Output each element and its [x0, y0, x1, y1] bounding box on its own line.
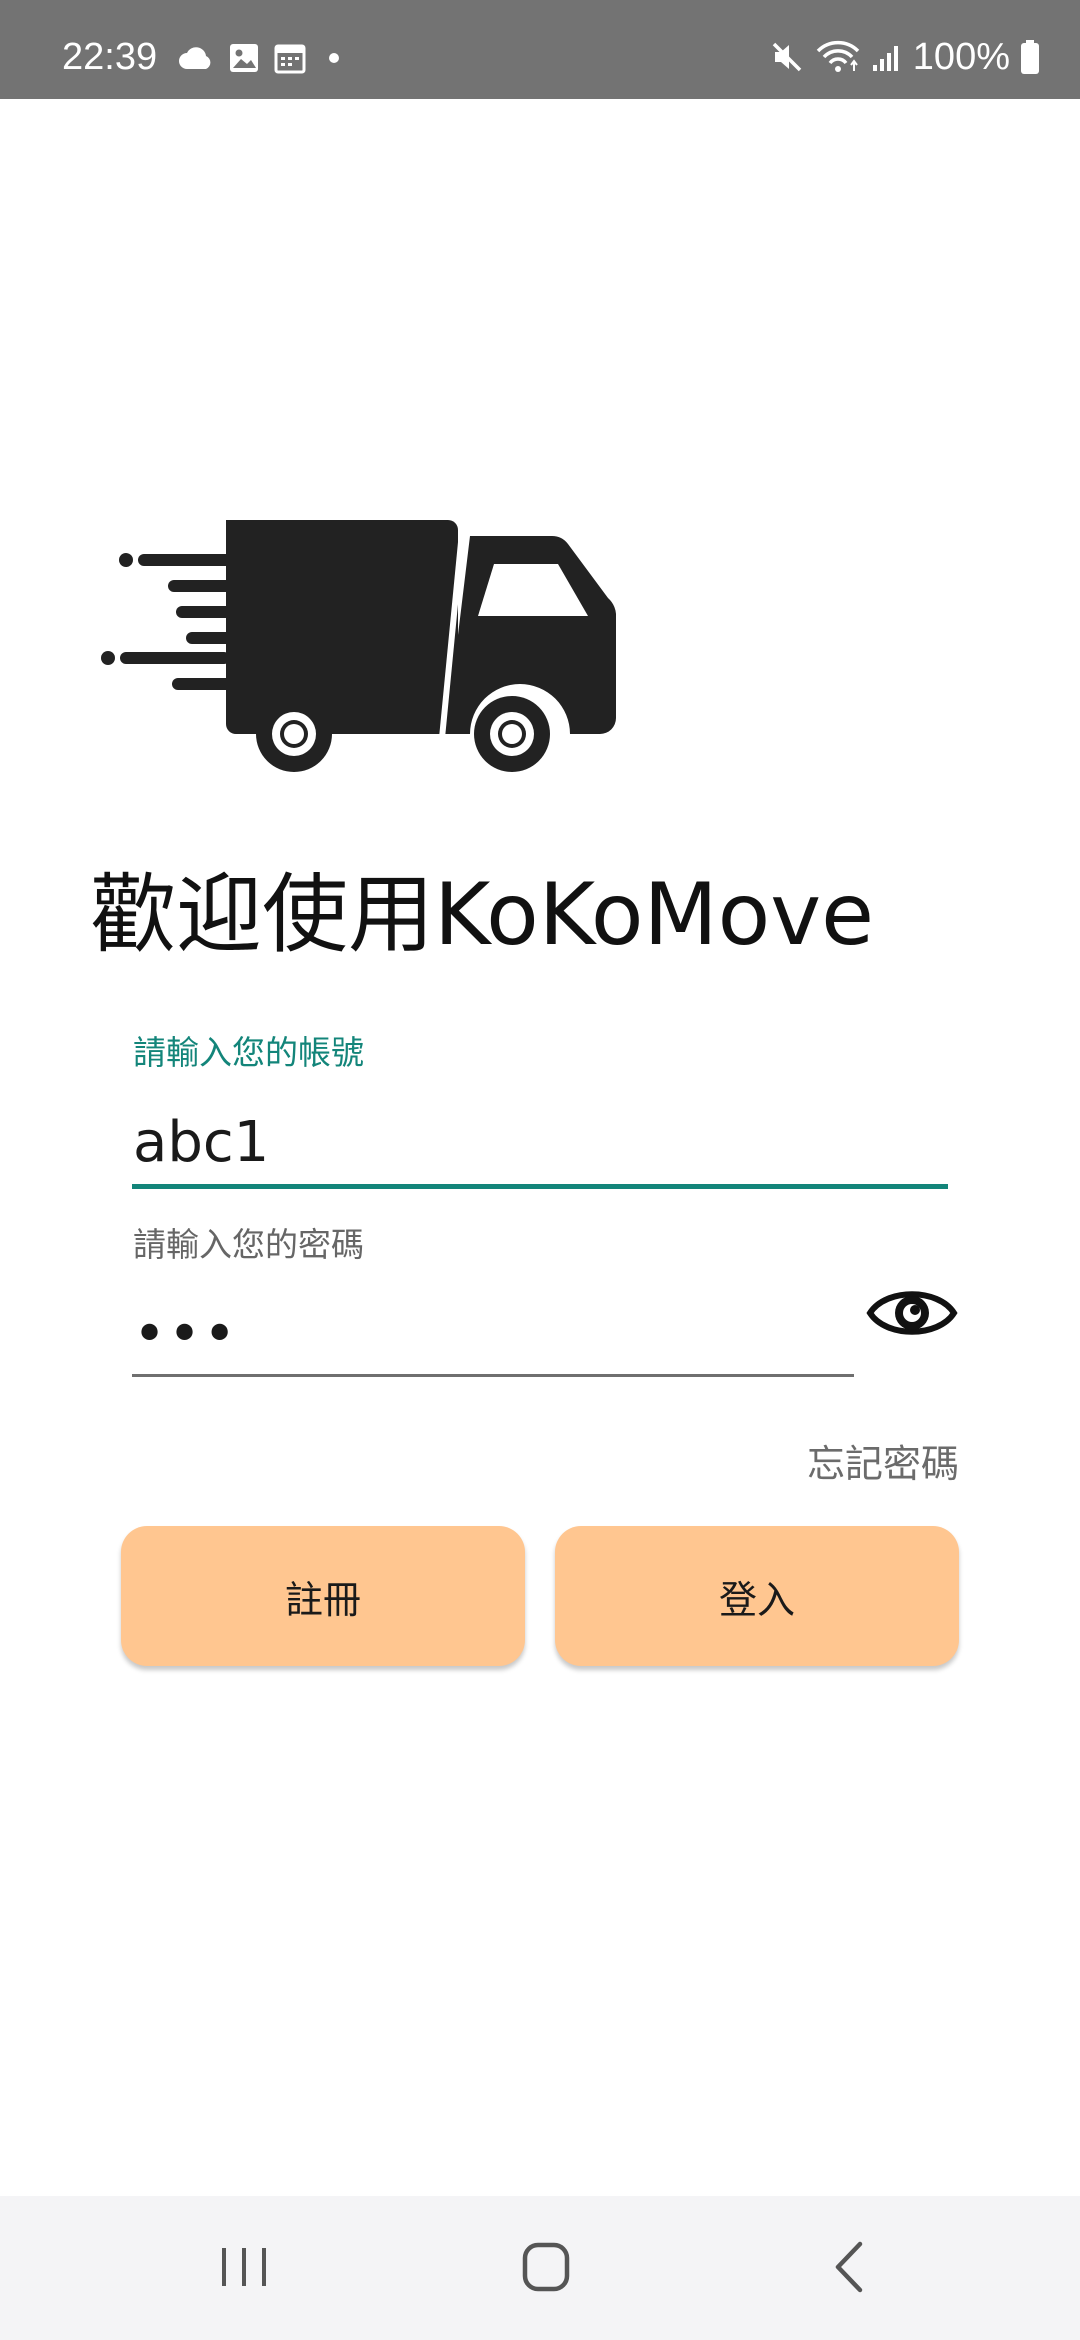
status-system-icons: 100% [769, 38, 1040, 76]
register-button[interactable]: 註冊 [121, 1526, 525, 1666]
wifi-icon [816, 40, 860, 72]
battery-percentage: 100% [912, 36, 1010, 78]
password-label: 請輸入您的密碼 [133, 1225, 364, 1264]
mute-icon [772, 42, 802, 72]
status-notification-icons [178, 42, 348, 74]
password-underline [132, 1374, 854, 1377]
account-input[interactable] [133, 1102, 945, 1182]
delivery-truck-icon [101, 520, 616, 772]
status-time: 22:39 [62, 36, 158, 78]
image-icon [230, 44, 258, 72]
back-icon[interactable] [810, 2232, 890, 2302]
navigation-bar [0, 2196, 1080, 2340]
forgot-password-link[interactable]: 忘記密碼 [807, 1445, 959, 1483]
dot-icon [329, 53, 339, 63]
login-screen: 22:39 100% 歡迎使用KoKoMove 請輸入您的帳號 abc1 請輸入… [0, 0, 1080, 2340]
recents-icon[interactable] [204, 2232, 284, 2302]
status-bar: 22:39 100% [0, 0, 1080, 99]
signal-icon [872, 46, 898, 71]
eye-icon[interactable] [866, 1282, 958, 1344]
account-label: 請輸入您的帳號 [133, 1033, 364, 1072]
password-input[interactable] [133, 1294, 853, 1374]
battery-icon [1021, 40, 1039, 74]
cloud-icon [179, 47, 211, 69]
home-icon[interactable] [506, 2232, 586, 2302]
account-underline [132, 1184, 948, 1189]
welcome-title: 歡迎使用KoKoMove [90, 865, 875, 965]
calendar-icon [274, 44, 306, 74]
login-button[interactable]: 登入 [555, 1526, 959, 1666]
